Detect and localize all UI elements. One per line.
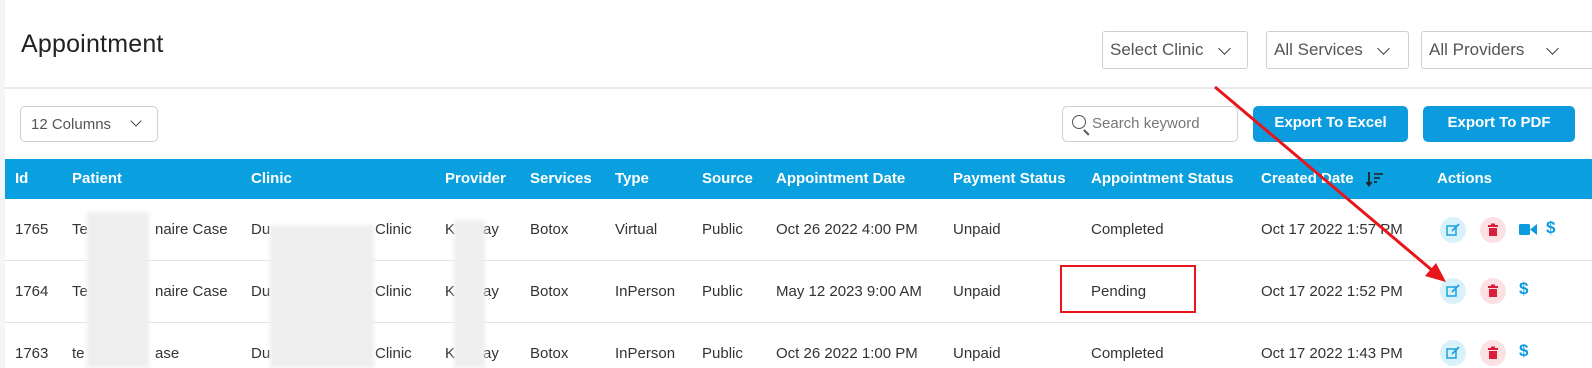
edit-button[interactable] bbox=[1440, 217, 1466, 243]
table-row[interactable]: 1765 Te naire Case Du Clinic K ay Botox … bbox=[5, 199, 1592, 261]
dollar-icon[interactable]: $ bbox=[1519, 279, 1528, 299]
delete-button[interactable] bbox=[1480, 217, 1506, 243]
cell-patient-start: Te bbox=[72, 283, 88, 300]
export-excel-button[interactable]: Export To Excel bbox=[1253, 106, 1408, 142]
cell-clinic-end: Clinic bbox=[375, 345, 412, 362]
edit-icon bbox=[1446, 346, 1460, 359]
column-header-id[interactable]: Id bbox=[15, 159, 28, 199]
column-header-actions: Actions bbox=[1437, 170, 1493, 187]
chevron-down-icon bbox=[1218, 42, 1231, 55]
cell-patient-end: ase bbox=[155, 345, 180, 362]
columns-select[interactable]: 12 Columns bbox=[20, 106, 158, 142]
trash-icon bbox=[1488, 346, 1498, 359]
edit-button[interactable] bbox=[1440, 278, 1466, 304]
edit-icon bbox=[1446, 223, 1460, 236]
cell-provider-end: ay bbox=[483, 345, 499, 362]
cell-source: Public bbox=[702, 221, 743, 238]
cell-provider-end: ay bbox=[483, 221, 499, 238]
column-header-clinic[interactable]: Clinic bbox=[251, 159, 292, 199]
header-divider bbox=[5, 87, 1592, 89]
cell-created-date: Oct 17 2022 1:52 PM bbox=[1261, 283, 1403, 300]
cell-appointment-status: Completed bbox=[1091, 221, 1164, 238]
column-header-services[interactable]: Services bbox=[530, 159, 592, 199]
cell-payment-status: Unpaid bbox=[953, 221, 1001, 238]
clinic-select[interactable]: Select Clinic bbox=[1102, 31, 1248, 69]
column-header-created-date[interactable]: Created Date bbox=[1261, 159, 1354, 199]
edit-icon bbox=[1446, 284, 1460, 297]
cell-created-date: Oct 17 2022 1:57 PM bbox=[1261, 221, 1403, 238]
cell-clinic-end: Clinic bbox=[375, 283, 412, 300]
providers-select-value: All Providers bbox=[1429, 40, 1525, 59]
cell-patient-start: te bbox=[72, 345, 85, 362]
cell-payment-status: Unpaid bbox=[953, 283, 1001, 300]
column-header-appointment-date[interactable]: Appointment Date bbox=[776, 159, 905, 199]
delete-button[interactable] bbox=[1480, 278, 1506, 304]
delete-button[interactable] bbox=[1480, 340, 1506, 366]
providers-select[interactable]: All Providers bbox=[1421, 31, 1592, 69]
cell-clinic-start: Du bbox=[251, 283, 271, 300]
column-header-patient[interactable]: Patient bbox=[72, 159, 122, 199]
sort-descending-icon[interactable] bbox=[1366, 170, 1384, 188]
cell-type: InPerson bbox=[615, 283, 676, 300]
column-header-type[interactable]: Type bbox=[615, 159, 649, 199]
trash-icon bbox=[1488, 223, 1498, 236]
redaction-provider bbox=[454, 220, 485, 368]
cell-appointment-date: May 12 2023 9:00 AM bbox=[776, 283, 922, 300]
export-pdf-button[interactable]: Export To PDF bbox=[1423, 106, 1575, 142]
cell-patient-end: naire Case bbox=[155, 221, 228, 238]
services-select[interactable]: All Services bbox=[1266, 31, 1409, 69]
cell-id: 1765 bbox=[15, 221, 49, 238]
column-header-appointment-status[interactable]: Appointment Status bbox=[1091, 159, 1234, 199]
appointment-page: Appointment Select Clinic All Services A… bbox=[5, 0, 1592, 368]
table-row[interactable]: 1763 te ase Du Clinic K ay Botox InPerso… bbox=[5, 323, 1592, 368]
cell-patient-start: Te bbox=[72, 221, 88, 238]
redaction-clinic bbox=[270, 225, 374, 368]
cell-created-date: Oct 17 2022 1:43 PM bbox=[1261, 345, 1403, 362]
columns-select-value: 12 Columns bbox=[31, 116, 112, 133]
cell-id: 1764 bbox=[15, 283, 49, 300]
chevron-down-icon bbox=[1546, 42, 1559, 55]
cell-services: Botox bbox=[530, 283, 569, 300]
redaction-patient bbox=[87, 212, 149, 368]
cell-services: Botox bbox=[530, 345, 569, 362]
video-icon[interactable] bbox=[1519, 223, 1537, 236]
annotation-highlight-box bbox=[1060, 265, 1196, 313]
search-icon bbox=[1072, 115, 1086, 129]
edit-button[interactable] bbox=[1440, 340, 1466, 366]
cell-source: Public bbox=[702, 345, 743, 362]
chevron-down-icon bbox=[1377, 42, 1390, 55]
dollar-icon[interactable]: $ bbox=[1519, 341, 1528, 361]
services-select-value: All Services bbox=[1274, 40, 1363, 59]
dollar-icon[interactable]: $ bbox=[1546, 218, 1555, 238]
cell-appointment-date: Oct 26 2022 4:00 PM bbox=[776, 221, 918, 238]
cell-clinic-start: Du bbox=[251, 345, 271, 362]
trash-icon bbox=[1488, 284, 1498, 297]
column-header-source[interactable]: Source bbox=[702, 159, 753, 199]
cell-appointment-date: Oct 26 2022 1:00 PM bbox=[776, 345, 918, 362]
cell-source: Public bbox=[702, 283, 743, 300]
search-placeholder: Search keyword bbox=[1092, 115, 1200, 132]
column-header-payment-status[interactable]: Payment Status bbox=[953, 159, 1066, 199]
page-title: Appointment bbox=[21, 30, 164, 58]
cell-services: Botox bbox=[530, 221, 569, 238]
cell-payment-status: Unpaid bbox=[953, 345, 1001, 362]
cell-patient-end: naire Case bbox=[155, 283, 228, 300]
cell-type: Virtual bbox=[615, 221, 658, 238]
search-input[interactable]: Search keyword bbox=[1062, 106, 1238, 142]
cell-clinic-start: Du bbox=[251, 221, 271, 238]
column-header-provider[interactable]: Provider bbox=[445, 159, 506, 199]
table-row[interactable]: 1764 Te naire Case Du Clinic K ay Botox … bbox=[5, 261, 1592, 323]
cell-provider-end: ay bbox=[483, 283, 499, 300]
cell-clinic-end: Clinic bbox=[375, 221, 412, 238]
cell-appointment-status: Completed bbox=[1091, 345, 1164, 362]
clinic-select-value: Select Clinic bbox=[1110, 40, 1204, 59]
cell-id: 1763 bbox=[15, 345, 49, 362]
chevron-down-icon bbox=[130, 115, 142, 127]
table-header: Id Patient Clinic Provider Services Type… bbox=[5, 159, 1592, 199]
cell-type: InPerson bbox=[615, 345, 676, 362]
